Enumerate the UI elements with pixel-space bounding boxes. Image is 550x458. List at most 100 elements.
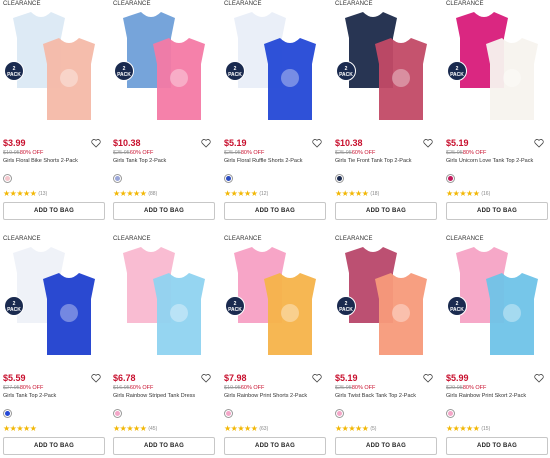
add-to-bag-button[interactable]: ADD TO BAG <box>3 202 105 220</box>
product-image[interactable]: 2 PACK <box>3 8 105 126</box>
product-name[interactable]: Girls Tie Front Tank Top 2-Pack <box>335 158 412 164</box>
sale-price: $5.19 <box>224 138 247 148</box>
color-swatch[interactable] <box>113 174 122 183</box>
was-price: $25.95 <box>224 150 241 156</box>
rating-count: (13) <box>38 191 48 197</box>
heart-icon[interactable] <box>91 373 101 383</box>
sale-price: $5.99 <box>446 373 469 383</box>
stars-icon: ★★★★★ <box>113 189 147 198</box>
add-to-bag-button[interactable]: ADD TO BAG <box>3 437 105 455</box>
rating-count: (16) <box>481 191 491 197</box>
clearance-label: CLEARANCE <box>335 1 373 7</box>
product-illustration <box>113 243 215 361</box>
product-name[interactable]: Girls Floral Bike Shorts 2-Pack <box>3 158 78 164</box>
add-to-bag-button[interactable]: ADD TO BAG <box>335 202 437 220</box>
heart-icon[interactable] <box>423 138 433 148</box>
heart-icon[interactable] <box>91 138 101 148</box>
sale-price: $6.78 <box>113 373 136 383</box>
clearance-label: CLEARANCE <box>335 236 373 242</box>
heart-icon[interactable] <box>423 373 433 383</box>
product-name[interactable]: Girls Rainbow Striped Tank Dress <box>113 393 195 399</box>
pack-word: PACK <box>450 72 464 78</box>
product-name[interactable]: Girls Tank Top 2-Pack <box>3 393 56 399</box>
color-swatch[interactable] <box>335 409 344 418</box>
color-swatch[interactable] <box>224 174 233 183</box>
product-image[interactable] <box>113 243 215 361</box>
product-name[interactable]: Girls Unicorn Love Tank Top 2-Pack <box>446 158 533 164</box>
product-card[interactable]: CLEARANCE 2 PACK $10.38 $25.9560% OFF Gir… <box>335 0 437 220</box>
heart-icon[interactable] <box>312 138 322 148</box>
product-image[interactable]: 2 PACK <box>113 8 215 126</box>
heart-icon[interactable] <box>201 138 211 148</box>
clearance-label: CLEARANCE <box>446 236 484 242</box>
add-to-bag-button[interactable]: ADD TO BAG <box>446 437 548 455</box>
pack-word: PACK <box>339 72 353 78</box>
stars-icon: ★★★★★ <box>3 424 37 433</box>
add-to-bag-button[interactable]: ADD TO BAG <box>224 202 326 220</box>
product-card[interactable]: CLEARANCE 2 PACK $7.98 $19.9560% OFF Girl… <box>224 235 326 455</box>
product-name[interactable]: Girls Rainbow Print Shorts 2-Pack <box>224 393 307 399</box>
heart-icon[interactable] <box>201 373 211 383</box>
stars-icon: ★★★★★ <box>3 189 37 198</box>
color-swatch[interactable] <box>224 409 233 418</box>
pack-badge: 2 PACK <box>336 61 356 81</box>
product-card[interactable]: CLEARANCE $6.78 $16.9560% OFF Girls Rain… <box>113 235 215 455</box>
star-rating: ★★★★★ (88) <box>113 189 157 198</box>
product-image[interactable]: 2 PACK <box>446 243 548 361</box>
product-card[interactable]: CLEARANCE 2 PACK $5.59 $27.9580% OFF Girl… <box>3 235 105 455</box>
product-image[interactable]: 2 PACK <box>335 8 437 126</box>
pack-word: PACK <box>339 307 353 313</box>
product-name[interactable]: Girls Tank Top 2-Pack <box>113 158 166 164</box>
sale-price: $5.19 <box>335 373 358 383</box>
product-name[interactable]: Girls Floral Ruffle Shorts 2-Pack <box>224 158 302 164</box>
heart-icon[interactable] <box>312 373 322 383</box>
sale-price: $10.38 <box>113 138 141 148</box>
star-rating: ★★★★★ (13) <box>3 189 47 198</box>
color-swatch[interactable] <box>3 409 12 418</box>
add-to-bag-button[interactable]: ADD TO BAG <box>224 437 326 455</box>
stars-icon: ★★★★★ <box>446 424 480 433</box>
product-image[interactable]: 2 PACK <box>3 243 105 361</box>
add-to-bag-button[interactable]: ADD TO BAG <box>113 202 215 220</box>
product-name[interactable]: Girls Rainbow Print Skort 2-Pack <box>446 393 526 399</box>
product-card[interactable]: CLEARANCE 2 PACK $5.19 $25.9580% OFF Girl… <box>335 235 437 455</box>
add-to-bag-button[interactable]: ADD TO BAG <box>446 202 548 220</box>
heart-icon[interactable] <box>534 373 544 383</box>
product-card[interactable]: CLEARANCE 2 PACK $5.99 $29.9580% OFF Girl… <box>446 235 548 455</box>
add-to-bag-button[interactable]: ADD TO BAG <box>335 437 437 455</box>
discount-label: 60% OFF <box>129 150 154 156</box>
color-swatch[interactable] <box>446 409 455 418</box>
color-swatch[interactable] <box>3 174 12 183</box>
pack-word: PACK <box>228 72 242 78</box>
rating-count: (18) <box>370 191 380 197</box>
pack-word: PACK <box>228 307 242 313</box>
product-card[interactable]: CLEARANCE 2 PACK $10.38 $25.9560% OFF Gir… <box>113 0 215 220</box>
sale-price: $5.19 <box>446 138 469 148</box>
product-image[interactable]: 2 PACK <box>446 8 548 126</box>
color-swatch[interactable] <box>113 409 122 418</box>
rating-count: (63) <box>259 426 269 432</box>
product-image[interactable]: 2 PACK <box>224 243 326 361</box>
add-to-bag-button[interactable]: ADD TO BAG <box>113 437 215 455</box>
heart-icon[interactable] <box>534 138 544 148</box>
pack-badge: 2 PACK <box>225 61 245 81</box>
color-swatch[interactable] <box>335 174 344 183</box>
was-price-line: $19.9560% OFF <box>224 385 264 391</box>
was-price-line: $25.9560% OFF <box>113 150 153 156</box>
product-image[interactable]: 2 PACK <box>224 8 326 126</box>
rating-count: (15) <box>481 426 491 432</box>
color-swatch[interactable] <box>446 174 455 183</box>
product-name[interactable]: Girls Twist Back Tank Top 2-Pack <box>335 393 416 399</box>
product-image[interactable]: 2 PACK <box>335 243 437 361</box>
product-card[interactable]: CLEARANCE 2 PACK $5.19 $25.9580% OFF Girl… <box>446 0 548 220</box>
discount-label: 80% OFF <box>240 150 265 156</box>
product-card[interactable]: CLEARANCE 2 PACK $5.19 $25.9580% OFF Girl… <box>224 0 326 220</box>
was-price: $16.95 <box>113 385 130 391</box>
clearance-label: CLEARANCE <box>113 236 151 242</box>
rating-count: (5) <box>370 426 377 432</box>
product-card[interactable]: CLEARANCE 2 PACK $3.99 $19.9580% OFF Girl… <box>3 0 105 220</box>
was-price: $27.95 <box>3 385 20 391</box>
star-rating: ★★★★★ (16) <box>446 189 490 198</box>
rating-count: (45) <box>148 426 158 432</box>
clearance-label: CLEARANCE <box>3 1 41 7</box>
